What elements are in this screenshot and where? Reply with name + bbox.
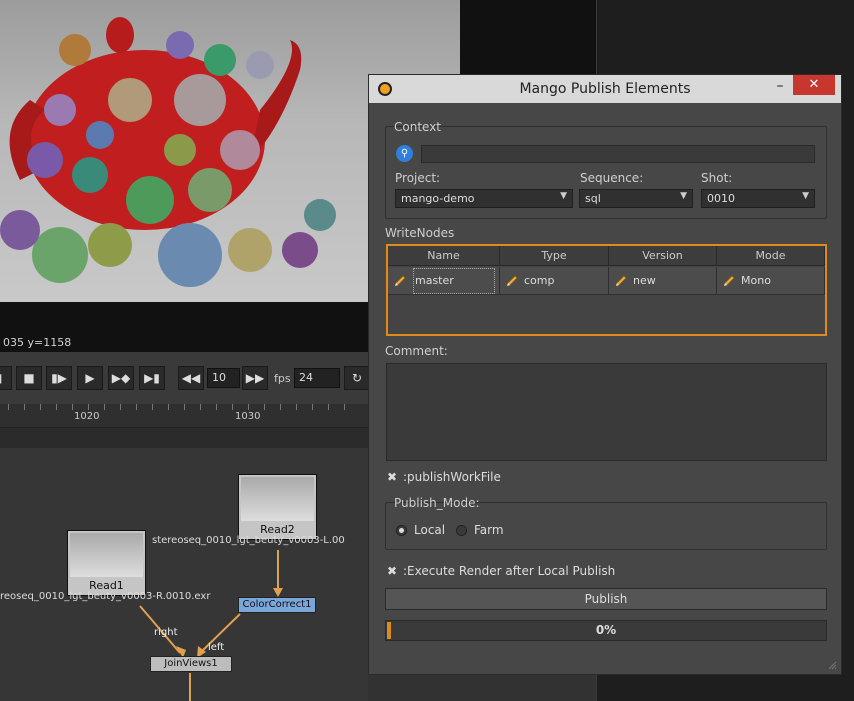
radio-local[interactable] bbox=[396, 525, 407, 536]
step-forward-icon[interactable]: ▮▶ bbox=[46, 366, 72, 390]
comment-label: Comment: bbox=[385, 344, 448, 358]
shot-dropdown[interactable]: 0010 ▼ bbox=[701, 189, 815, 208]
column-header-mode[interactable]: Mode bbox=[717, 246, 825, 266]
execute-render-checkbox[interactable]: ✖ bbox=[386, 565, 398, 577]
table-cell-type[interactable]: comp bbox=[500, 267, 609, 295]
play-icon[interactable]: ▶ bbox=[77, 366, 103, 390]
chevron-down-icon: ▼ bbox=[680, 191, 687, 201]
node-thumbnail bbox=[70, 533, 143, 577]
stop-icon[interactable]: ■ bbox=[16, 366, 42, 390]
chevron-down-icon: ▼ bbox=[560, 191, 567, 201]
close-button[interactable]: ✕ bbox=[793, 75, 835, 95]
node-read2[interactable]: Read2 bbox=[238, 474, 317, 540]
progress-text: 0% bbox=[595, 623, 617, 637]
node-colorcorrect[interactable]: ColorCorrect1 bbox=[238, 597, 316, 613]
radio-local-label: Local bbox=[414, 523, 446, 537]
name-cell-value[interactable]: master bbox=[412, 267, 496, 295]
table-cell-mode[interactable]: Mono bbox=[717, 267, 825, 295]
coordinate-readout: 035 y=1158 bbox=[3, 336, 72, 349]
pencil-icon bbox=[506, 275, 518, 287]
sequence-value: sql bbox=[585, 192, 601, 205]
project-value: mango-demo bbox=[401, 192, 475, 205]
node-thumbnail bbox=[241, 477, 314, 521]
shot-label: Shot: bbox=[701, 171, 733, 185]
node-joinviews[interactable]: JoinViews1 bbox=[150, 656, 232, 672]
publish-workfile-label: :publishWorkFile bbox=[403, 470, 501, 484]
play-backward-button[interactable]: ▮ bbox=[0, 366, 12, 390]
node-file-label: stereoseq_0010_lgt_beuty_v0003-L.00 bbox=[152, 535, 345, 546]
publish-dialog: Mango Publish Elements – ✕ Context ⚲ Pro… bbox=[368, 74, 842, 675]
table-cell-name[interactable]: master bbox=[388, 267, 500, 295]
publish-workfile-checkbox[interactable]: ✖ bbox=[386, 471, 398, 483]
search-icon[interactable]: ⚲ bbox=[396, 145, 413, 162]
context-label: Context bbox=[394, 120, 442, 134]
search-input[interactable] bbox=[421, 145, 815, 163]
progress-bar: 0% bbox=[385, 620, 827, 641]
pencil-icon bbox=[394, 275, 406, 287]
writenodes-table[interactable]: Name Type Version Mode master comp new M… bbox=[386, 244, 827, 336]
publish-button[interactable]: Publish bbox=[385, 588, 827, 610]
next-keyframe-icon[interactable]: ▶◆ bbox=[108, 366, 134, 390]
timeline-track bbox=[0, 428, 368, 448]
type-cell-value: comp bbox=[524, 274, 555, 287]
sequence-dropdown[interactable]: sql ▼ bbox=[579, 189, 693, 208]
column-header-name[interactable]: Name bbox=[388, 246, 500, 266]
frame-increment-field[interactable]: 10 bbox=[207, 368, 240, 388]
pencil-icon bbox=[723, 275, 735, 287]
chevron-down-icon: ▼ bbox=[802, 191, 809, 201]
execute-render-label: :Execute Render after Local Publish bbox=[403, 564, 616, 578]
mode-cell-value: Mono bbox=[741, 274, 771, 287]
fps-field[interactable]: 24 bbox=[294, 368, 340, 388]
radio-farm[interactable] bbox=[456, 525, 467, 536]
project-label: Project: bbox=[395, 171, 441, 185]
edge-label-left: left bbox=[208, 642, 225, 653]
node-file-label: reoseq_0010_lgt_beuty_v0003-R.0010.exr bbox=[0, 591, 211, 602]
timeline-ruler[interactable]: 1020 1030 bbox=[0, 404, 368, 428]
writenodes-label: WriteNodes bbox=[385, 226, 455, 240]
node-read1[interactable]: Read1 bbox=[67, 530, 146, 596]
comment-textarea[interactable] bbox=[386, 363, 827, 461]
shot-value: 0010 bbox=[707, 192, 735, 205]
column-header-type[interactable]: Type bbox=[500, 246, 609, 266]
pencil-icon bbox=[615, 275, 627, 287]
version-cell-value: new bbox=[633, 274, 656, 287]
rewind-icon[interactable]: ◀◀ bbox=[178, 366, 204, 390]
resize-grip-icon[interactable] bbox=[827, 660, 837, 670]
publish-mode-label: Publish_Mode: bbox=[394, 496, 480, 510]
sequence-label: Sequence: bbox=[580, 171, 644, 185]
edge-label-right: right bbox=[154, 627, 178, 638]
minimize-button[interactable]: – bbox=[768, 78, 792, 98]
radio-farm-label: Farm bbox=[474, 523, 504, 537]
fps-label: fps bbox=[274, 372, 291, 385]
progress-fill bbox=[387, 622, 391, 639]
dialog-titlebar[interactable]: Mango Publish Elements – ✕ bbox=[369, 75, 841, 103]
column-header-version[interactable]: Version bbox=[609, 246, 717, 266]
loop-icon[interactable]: ↻ bbox=[344, 366, 370, 390]
timeline-tick-label: 1030 bbox=[235, 411, 261, 422]
table-cell-version[interactable]: new bbox=[609, 267, 717, 295]
timeline-tick-label: 1020 bbox=[74, 411, 100, 422]
fast-forward-icon[interactable]: ▶▶ bbox=[242, 366, 268, 390]
last-frame-icon[interactable]: ▶▮ bbox=[139, 366, 165, 390]
project-dropdown[interactable]: mango-demo ▼ bbox=[395, 189, 573, 208]
